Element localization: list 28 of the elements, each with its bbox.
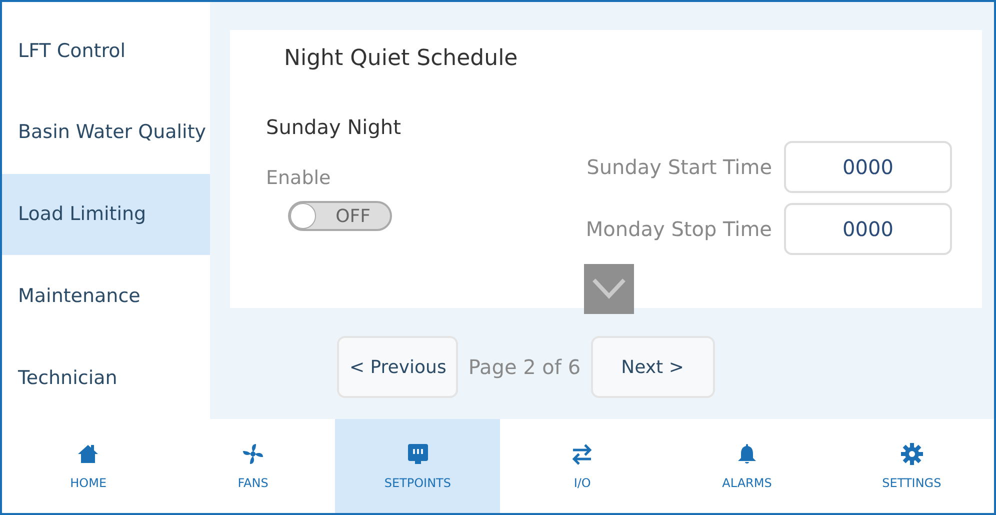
sidebar-item[interactable]: Load Limiting: [2, 174, 210, 256]
panel-icon: [406, 442, 430, 466]
scroll-down-icon[interactable]: [584, 264, 634, 314]
enable-toggle[interactable]: OFF: [288, 201, 392, 231]
swap-arrows-icon: [570, 442, 594, 466]
nav-tab[interactable]: HOME: [6, 419, 171, 513]
card-title: Night Quiet Schedule: [284, 46, 519, 71]
sidebar-item[interactable]: Technician: [2, 337, 210, 419]
fan-icon: [241, 442, 265, 466]
time-field[interactable]: 0000: [784, 141, 952, 193]
house-icon: [76, 442, 100, 466]
page-indicator: Page 2 of 6: [468, 355, 581, 379]
section-heading: Sunday Night: [266, 115, 402, 139]
nav-tab[interactable]: SETPOINTS: [335, 419, 500, 513]
nav-tab[interactable]: I/O: [500, 419, 665, 513]
field-label: Monday Stop Time: [586, 217, 772, 241]
time-field[interactable]: 0000: [784, 203, 952, 255]
nav-tab[interactable]: SETTINGS: [829, 419, 994, 513]
sidebar-item[interactable]: Maintenance: [2, 255, 210, 338]
previous-button[interactable]: < Previous: [337, 336, 458, 398]
next-button[interactable]: Next >: [590, 336, 715, 398]
enable-label: Enable: [266, 167, 332, 189]
sidebar-item[interactable]: Basin Water Quality: [2, 92, 210, 174]
gear-icon: [900, 442, 924, 466]
sidebar-item[interactable]: LFT Control: [2, 10, 210, 92]
nav-tab[interactable]: FANS: [170, 419, 336, 513]
nav-tab[interactable]: ALARMS: [664, 419, 830, 513]
field-label: Sunday Start Time: [586, 155, 772, 179]
